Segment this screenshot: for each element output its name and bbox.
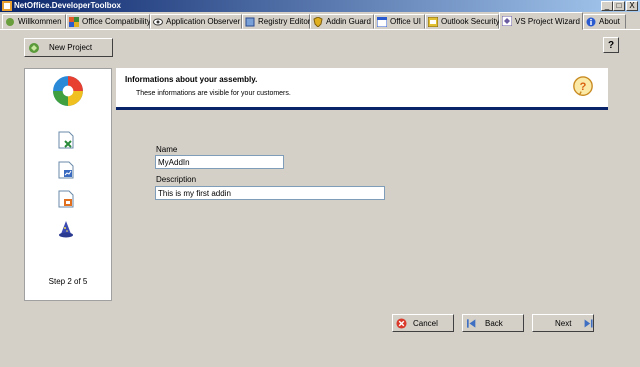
description-label: Description [156,175,197,184]
vs-wizard-icon [502,16,512,26]
close-button[interactable]: X [626,1,638,11]
question-icon: ? [573,76,593,96]
title-bar: NetOffice.DeveloperToolbox _ □ X [0,0,640,12]
name-field[interactable] [155,155,284,169]
app-icon [2,1,12,11]
cancel-label: Cancel [413,318,438,328]
tab-vs-project-wizard[interactable]: VS Project Wizard [499,12,583,30]
header-accent-line [116,107,608,110]
tab-outlook-security[interactable]: Outlook Security [425,14,500,29]
name-label: Name [156,145,178,154]
header-subtitle: These informations are visible for your … [136,90,291,97]
tab-label: About [599,17,620,26]
minimize-button[interactable]: _ [601,1,613,11]
tab-label: Office UI [390,17,421,26]
step-indicator: Step 2 of 5 [48,277,88,286]
new-project-button[interactable]: New Project [24,38,113,57]
help-icon: ? [607,39,615,51]
eye-icon [153,18,163,25]
step-panel: Step 2 of 5 [24,68,112,301]
wizard-logo-icon [53,76,83,106]
excel-document-icon [58,131,74,149]
tab-label: Registry Editor [258,17,311,26]
tab-label: VS Project Wizard [515,16,580,26]
tab-registry-editor[interactable]: Registry Editor [242,14,310,29]
next-arrow-icon [585,319,593,327]
new-project-label: New Project [49,43,93,52]
back-arrow-icon [467,318,476,328]
office-ui-icon [377,16,387,27]
chart-document-icon [58,161,74,179]
new-project-icon [29,42,39,53]
wizard-hat-icon [59,221,73,238]
tab-addin-guard[interactable]: Addin Guard [310,14,374,29]
tab-bar: Willkommen Office Compatibility Applicat… [0,12,640,30]
maximize-button[interactable]: □ [613,1,625,11]
help-button[interactable]: ? [603,37,619,53]
tab-label: Addin Guard [326,17,371,26]
next-label: Next [555,318,572,328]
svg-text:?: ? [580,81,587,93]
wizard-header: Informations about your assembly. These … [116,68,608,107]
tab-about[interactable]: About [583,14,626,29]
back-label: Back [485,318,503,328]
office-compatibility-icon [69,16,79,27]
tab-label: Application Observer [166,17,241,26]
tab-label: Outlook Security [441,17,500,26]
tab-office-ui[interactable]: Office UI [374,14,425,29]
window-title: NetOffice.DeveloperToolbox [14,1,121,10]
back-button[interactable]: Back [462,314,524,332]
cancel-button[interactable]: Cancel [392,314,454,332]
description-field[interactable] [155,186,385,200]
header-title: Informations about your assembly. [125,75,258,84]
tab-label: Office Compatibility [82,17,151,26]
about-icon [586,17,596,26]
tab-office-compatibility[interactable]: Office Compatibility [66,14,151,29]
registry-icon [245,17,255,26]
next-button[interactable]: Next [532,314,594,332]
tab-willkommen[interactable]: Willkommen [2,14,66,29]
cancel-icon [396,317,407,329]
outlook-security-icon [428,16,438,27]
welcome-icon [6,17,14,26]
tab-application-observer[interactable]: Application Observer [150,14,242,29]
guard-icon [313,16,323,27]
powerpoint-document-icon [58,190,74,208]
tab-label: Willkommen [18,17,62,26]
